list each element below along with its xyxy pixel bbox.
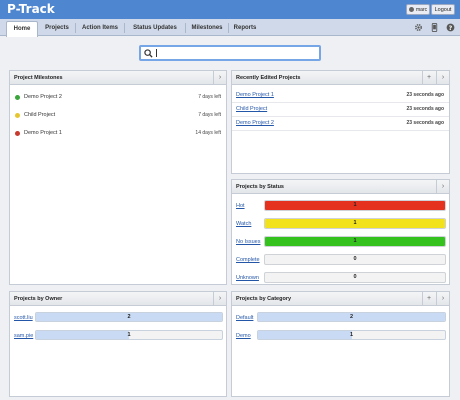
milestone-row[interactable]: Demo Project 2 7 days left xyxy=(10,89,226,105)
milestone-row[interactable]: Child Project 7 days left xyxy=(10,107,226,123)
panel-title: Projects by Status xyxy=(236,184,284,190)
status-red-icon xyxy=(15,131,20,136)
status-row: Complete 0 xyxy=(232,252,449,270)
project-link[interactable]: Demo Project 2 xyxy=(236,120,274,126)
category-link[interactable]: Demo xyxy=(236,333,251,339)
milestone-project: Child Project xyxy=(24,112,56,118)
svg-text:?: ? xyxy=(449,25,453,32)
category-row: Demo 1 xyxy=(232,328,449,346)
recent-projects-panel: Recently Edited Projects + › Demo Projec… xyxy=(231,70,450,174)
panel-title: Recently Edited Projects xyxy=(236,75,301,81)
phone-icon[interactable] xyxy=(430,23,439,32)
status-link[interactable]: No Issues xyxy=(236,239,260,245)
category-row: Default 2 xyxy=(232,310,449,328)
projects-by-status-panel: Projects by Status › Hot 1 Watch 1 No Issues… xyxy=(231,179,450,285)
status-row: Hot 1 xyxy=(232,198,449,216)
chevron-right-icon[interactable]: › xyxy=(436,292,449,305)
search-box[interactable] xyxy=(139,45,321,61)
user-icon xyxy=(409,7,414,12)
status-count: 0 xyxy=(353,274,357,280)
logout-button[interactable]: Logout xyxy=(431,4,455,15)
chevron-right-icon[interactable]: › xyxy=(436,180,449,193)
project-link[interactable]: Demo Project 1 xyxy=(236,92,274,98)
tab-milestones[interactable]: Milestones xyxy=(186,21,228,36)
panel-header: Projects by Owner › xyxy=(10,292,226,306)
milestone-due: 7 days left xyxy=(198,94,221,100)
projects-by-owner-panel: Projects by Owner › scott.liu 2 sam.pie 1 xyxy=(9,291,227,397)
app-logo[interactable]: P-Track xyxy=(7,2,55,16)
status-link[interactable]: Complete xyxy=(236,257,260,263)
chevron-right-icon[interactable]: › xyxy=(436,71,449,84)
status-bar[interactable]: 1 xyxy=(264,218,446,229)
chevron-right-icon[interactable]: › xyxy=(213,292,226,305)
status-yellow-icon xyxy=(15,113,20,118)
milestone-project: Demo Project 1 xyxy=(24,130,62,136)
tab-home[interactable]: Home xyxy=(6,21,38,37)
panel-title: Project Milestones xyxy=(14,75,63,81)
plus-icon[interactable]: + xyxy=(422,71,435,84)
status-count: 1 xyxy=(353,202,357,208)
plus-icon[interactable]: + xyxy=(422,292,435,305)
panel-header: Projects by Category + › xyxy=(232,292,449,306)
search-icon xyxy=(144,49,153,58)
status-count: 1 xyxy=(353,220,357,226)
bar-count: 1 xyxy=(127,332,131,338)
status-row: No Issues 1 xyxy=(232,234,449,252)
tab-reports[interactable]: Reports xyxy=(229,21,261,36)
search-input[interactable] xyxy=(155,48,315,58)
tab-projects[interactable]: Projects xyxy=(39,21,75,36)
bar-count: 2 xyxy=(349,314,354,320)
main-nav: Home Projects Action Items Status Update… xyxy=(0,19,460,37)
edited-time: 23 seconds ago xyxy=(406,92,444,98)
owner-row: sam.pie 1 xyxy=(10,328,226,346)
milestone-row[interactable]: Demo Project 1 14 days left xyxy=(10,125,226,141)
tab-status-updates[interactable]: Status Updates xyxy=(125,21,185,36)
category-bar[interactable]: 1 xyxy=(257,330,446,340)
projects-by-category-panel: Projects by Category + › Default 2 Demo 1 xyxy=(231,291,450,397)
milestone-project: Demo Project 2 xyxy=(24,94,62,100)
owner-link[interactable]: sam.pie xyxy=(14,333,33,339)
status-link[interactable]: Hot xyxy=(236,203,245,209)
status-count: 1 xyxy=(353,238,357,244)
status-row: Unknown 0 xyxy=(232,270,449,288)
milestone-due: 14 days left xyxy=(195,130,221,136)
status-link[interactable]: Watch xyxy=(236,221,251,227)
status-bar[interactable]: 1 xyxy=(264,200,446,211)
owner-bar[interactable]: 1 xyxy=(35,330,223,340)
text-cursor xyxy=(156,49,157,57)
panel-header: Project Milestones › xyxy=(10,71,226,85)
panel-title: Projects by Category xyxy=(236,296,292,302)
chevron-right-icon[interactable]: › xyxy=(213,71,226,84)
category-link[interactable]: Default xyxy=(236,315,253,321)
edited-time: 23 seconds ago xyxy=(406,106,444,112)
status-row: Watch 1 xyxy=(232,216,449,234)
panel-header: Projects by Status › xyxy=(232,180,449,194)
owner-link[interactable]: scott.liu xyxy=(14,315,33,321)
status-link[interactable]: Unknown xyxy=(236,275,259,281)
status-bar[interactable]: 0 xyxy=(264,272,446,283)
edited-time: 23 seconds ago xyxy=(406,120,444,126)
tab-action-items[interactable]: Action Items xyxy=(76,21,124,36)
user-menu-button[interactable]: marc xyxy=(406,4,430,15)
status-green-icon xyxy=(15,95,20,100)
milestone-due: 7 days left xyxy=(198,112,221,118)
help-icon[interactable]: ? xyxy=(446,23,455,32)
gear-icon[interactable] xyxy=(414,23,423,32)
bar-count: 1 xyxy=(349,332,354,338)
owner-row: scott.liu 2 xyxy=(10,310,226,328)
status-bar[interactable]: 0 xyxy=(264,254,446,265)
status-count: 0 xyxy=(353,256,357,262)
owner-bar[interactable]: 2 xyxy=(35,312,223,322)
bar-count: 2 xyxy=(127,314,131,320)
panel-header: Recently Edited Projects + › xyxy=(232,71,449,85)
panel-title: Projects by Owner xyxy=(14,296,63,302)
status-bar[interactable]: 1 xyxy=(264,236,446,247)
app-header: P-Track marc Logout xyxy=(0,0,460,19)
project-link[interactable]: Child Project xyxy=(236,106,267,112)
recent-row: Demo Project 2 23 seconds ago xyxy=(232,115,449,131)
project-milestones-panel: Project Milestones › Demo Project 2 7 da… xyxy=(9,70,227,285)
category-bar[interactable]: 2 xyxy=(257,312,446,322)
user-name: marc xyxy=(416,6,428,13)
